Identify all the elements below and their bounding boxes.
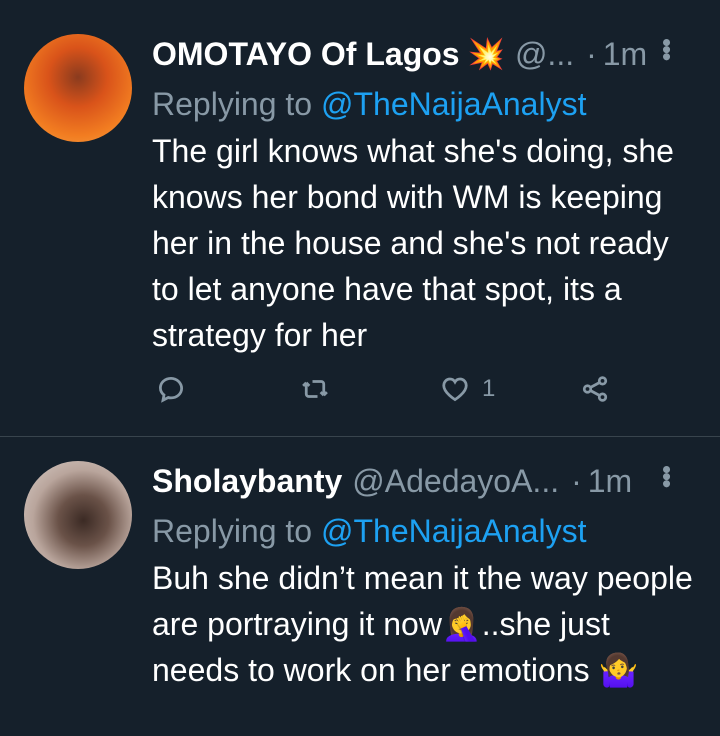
user-handle[interactable]: @... (515, 36, 574, 73)
heart-icon (442, 377, 468, 402)
display-name[interactable]: OMOTAYO Of Lagos (152, 36, 460, 73)
mention-link[interactable]: @TheNaijaAnalyst (321, 86, 586, 122)
like-count: 1 (482, 375, 496, 402)
replying-to: Replying to @TheNaijaAnalyst (152, 509, 704, 553)
like-button[interactable]: 1 (440, 374, 495, 404)
tweet-content: OMOTAYO Of Lagos 💥 @... · 1m ••• Replyin… (152, 26, 704, 358)
user-handle[interactable]: @AdedayoA... (352, 463, 559, 500)
tweet[interactable]: Sholaybanty @AdedayoA... · 1m ••• Replyi… (0, 437, 720, 736)
replying-prefix: Replying to (152, 86, 313, 122)
retweet-icon (302, 380, 328, 398)
display-name[interactable]: Sholaybanty (152, 463, 342, 500)
separator-dot: · (586, 35, 597, 72)
replying-to: Replying to @TheNaijaAnalyst (152, 82, 704, 126)
share-button[interactable] (580, 374, 610, 404)
reply-button[interactable] (156, 374, 186, 404)
share-icon (582, 376, 608, 402)
tweet-header: OMOTAYO Of Lagos 💥 @... · 1m (152, 26, 704, 82)
tweet-text: The girl knows what she's doing, she kno… (152, 133, 674, 353)
avatar[interactable] (24, 34, 132, 142)
more-icon[interactable]: ••• (651, 38, 682, 59)
tweet-content: Sholaybanty @AdedayoA... · 1m ••• Replyi… (152, 453, 704, 693)
timestamp[interactable]: 1m (603, 36, 647, 73)
mention-link[interactable]: @TheNaijaAnalyst (321, 513, 586, 549)
avatar[interactable] (24, 461, 132, 569)
name-emoji: 💥 (467, 37, 505, 71)
tweet-text: Buh she didn’t mean it the way people ar… (152, 560, 693, 688)
tweet-header: Sholaybanty @AdedayoA... · 1m (152, 453, 704, 509)
more-icon[interactable]: ••• (651, 465, 682, 486)
timestamp[interactable]: 1m (588, 463, 632, 500)
reply-icon (158, 376, 184, 403)
tweet[interactable]: OMOTAYO Of Lagos 💥 @... · 1m ••• Replyin… (0, 0, 720, 436)
separator-dot: · (571, 462, 582, 499)
retweet-button[interactable] (300, 374, 330, 404)
tweet-actions: 1 (152, 374, 622, 418)
replying-prefix: Replying to (152, 513, 313, 549)
